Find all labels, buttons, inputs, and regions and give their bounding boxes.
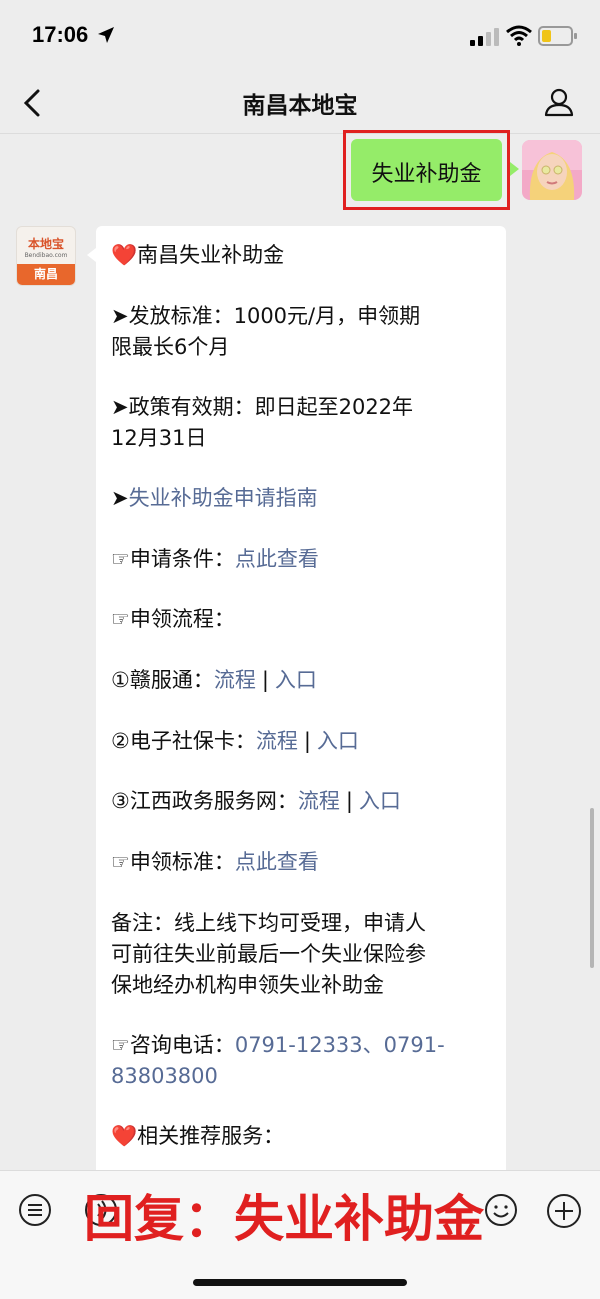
- standard-criteria-line: ☞申领标准：点此查看: [111, 847, 501, 877]
- link-separator: |: [345, 789, 353, 813]
- sent-message-text: 失业补助金: [371, 162, 482, 187]
- chat-title: 南昌本地宝: [242, 93, 358, 119]
- sent-bubble-tail: [510, 162, 519, 176]
- message-title: 南昌失业补助金: [137, 243, 285, 267]
- channel-entry-link[interactable]: 入口: [275, 668, 317, 692]
- wifi-icon: [506, 25, 532, 46]
- profile-icon[interactable]: [544, 87, 574, 117]
- bot-logo-url: Bendibao.com: [24, 252, 68, 259]
- standard-line-2: 限最长6个月: [111, 335, 230, 359]
- related-services-label: 相关推荐服务：: [137, 1124, 285, 1148]
- note-line-2: 可前往失业前最后一个失业保险参: [111, 942, 426, 966]
- process-label: ☞申领流程：: [111, 607, 235, 631]
- channel-row: ②电子社保卡：流程 | 入口: [111, 726, 501, 756]
- link-separator: |: [261, 668, 269, 692]
- conditions-link[interactable]: 点此查看: [235, 547, 319, 571]
- channel-flow-link[interactable]: 流程: [298, 789, 340, 813]
- bot-logo-city: 南昌: [17, 264, 75, 285]
- channel-label: ③江西政务服务网：: [111, 789, 298, 813]
- channel-flow-link[interactable]: 流程: [214, 668, 256, 692]
- phone-label: ☞咨询电话：: [111, 1033, 235, 1057]
- guide-arrow: ➤: [111, 486, 129, 510]
- heart-icon: ❤️: [111, 1124, 138, 1148]
- heart-icon: ❤️: [111, 243, 138, 267]
- guide-link[interactable]: 失业补助金申请指南: [129, 486, 318, 510]
- conditions-line: ☞申请条件：点此查看: [111, 544, 501, 574]
- message-title-line: ❤️南昌失业补助金: [111, 240, 501, 270]
- plus-icon[interactable]: [546, 1193, 582, 1229]
- channel-label: ①赣服通：: [111, 668, 214, 692]
- channel-row: ①赣服通：流程 | 入口: [111, 665, 501, 695]
- battery-icon: [538, 26, 577, 46]
- bot-logo-title: 本地宝: [27, 237, 64, 251]
- standard-criteria-link[interactable]: 点此查看: [235, 850, 319, 874]
- standard-criteria-label: ☞申领标准：: [111, 850, 235, 874]
- validity-line-2: 12月31日: [111, 426, 207, 450]
- phone-line-1: ☞咨询电话：0791-12333、0791-: [111, 1030, 501, 1060]
- chat-header: 南昌本地宝: [0, 70, 600, 134]
- channel-entry-link[interactable]: 入口: [317, 729, 359, 753]
- received-message-bubble: ❤️南昌失业补助金 ➤发放标准：1000元/月，申领期 限最长6个月 ➤政策有效…: [96, 226, 506, 1186]
- cellular-signal-icon: [470, 28, 499, 46]
- home-indicator: [193, 1279, 407, 1286]
- menu-list-icon[interactable]: [18, 1193, 52, 1227]
- channel-row: ③江西政务服务网：流程 | 入口: [111, 786, 501, 816]
- channel-entry-link[interactable]: 入口: [359, 789, 401, 813]
- channel-flow-link[interactable]: 流程: [256, 729, 298, 753]
- highlighted-sent-message: 失业补助金: [343, 130, 510, 210]
- status-time: 17:06: [32, 22, 89, 47]
- bot-avatar[interactable]: 本地宝 Bendibao.com 南昌: [16, 226, 76, 286]
- reply-instruction-overlay: 回复：失业补助金: [84, 1190, 484, 1248]
- status-bar: 17:06: [0, 0, 600, 70]
- received-bubble-tail: [87, 248, 96, 262]
- location-arrow-icon: [98, 27, 114, 43]
- validity-line-1: ➤政策有效期：即日起至2022年: [111, 395, 414, 419]
- guide-line: ➤失业补助金申请指南: [111, 483, 501, 513]
- scroll-indicator[interactable]: [590, 808, 594, 968]
- note-line-3: 保地经办机构申领失业补助金: [111, 973, 384, 997]
- note-line-1: 备注：线上线下均可受理，申请人: [111, 911, 426, 935]
- phone-link[interactable]: 0791-12333、0791-: [235, 1033, 445, 1057]
- standard-line-1: ➤发放标准：1000元/月，申领期: [111, 304, 421, 328]
- channel-label: ②电子社保卡：: [111, 729, 256, 753]
- conditions-label: ☞申请条件：: [111, 547, 235, 571]
- input-bar: 回复：失业补助金: [0, 1170, 600, 1299]
- phone-line-2: 83803800: [111, 1061, 501, 1091]
- phone-link-continued[interactable]: 83803800: [111, 1064, 218, 1088]
- user-avatar[interactable]: [522, 140, 582, 200]
- link-separator: |: [303, 729, 311, 753]
- sent-message-bubble[interactable]: 失业补助金: [351, 139, 502, 201]
- related-services-line: ❤️相关推荐服务：: [111, 1121, 501, 1151]
